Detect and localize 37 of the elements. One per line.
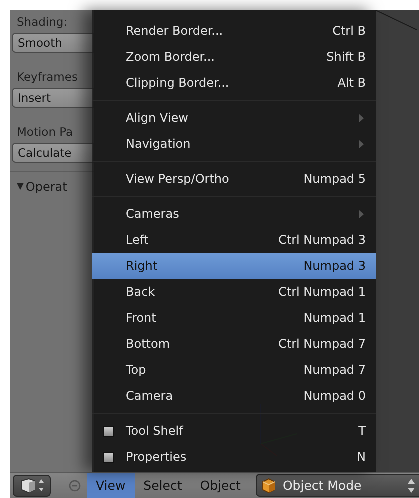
editor-type-button[interactable] xyxy=(13,474,51,496)
menu-item[interactable]: Front Numpad 1 xyxy=(92,305,376,331)
submenu-arrow-icon xyxy=(359,114,364,122)
section-label: Motion Pa xyxy=(16,124,74,141)
cube-icon xyxy=(260,478,277,494)
menu-item[interactable]: Navigation xyxy=(92,131,376,157)
submenu-arrow-icon xyxy=(359,210,364,218)
mode-dropdown[interactable]: Object Mode xyxy=(256,474,419,497)
menu-item[interactable]: Camera Numpad 0 xyxy=(92,383,376,409)
checkbox[interactable] xyxy=(103,426,114,436)
menu-item[interactable]: Render Border... Ctrl B xyxy=(92,18,376,44)
shelf-button[interactable]: Smooth xyxy=(12,33,94,53)
checkbox[interactable] xyxy=(103,452,114,462)
menu-item[interactable]: Zoom Border... Shift B xyxy=(92,44,376,70)
menu-item[interactable]: Tool Shelf T xyxy=(92,418,376,444)
panel-title[interactable]: Operat xyxy=(26,180,68,194)
menu-item[interactable]: Left Ctrl Numpad 3 xyxy=(92,227,376,253)
menu-item[interactable]: Top Numpad 7 xyxy=(92,357,376,383)
menu-item[interactable]: Bottom Ctrl Numpad 7 xyxy=(92,331,376,357)
header-menu[interactable]: Object xyxy=(191,472,250,498)
shelf-button[interactable]: Calculate xyxy=(12,143,94,163)
menu-item[interactable]: Cameras xyxy=(92,201,376,227)
menu-item[interactable]: Back Ctrl Numpad 1 xyxy=(92,279,376,305)
menu-item[interactable]: Properties N xyxy=(92,444,376,470)
header-menu[interactable]: View xyxy=(87,472,135,498)
menu-item[interactable]: Align View xyxy=(92,105,376,131)
menu-item[interactable]: Right Numpad 3 xyxy=(92,253,376,279)
menu-item[interactable]: View Persp/Ortho Numpad 5 xyxy=(92,166,376,192)
cube-icon xyxy=(20,478,44,494)
section-label: Keyframes xyxy=(16,69,79,86)
shelf-button[interactable]: Insert xyxy=(12,88,94,108)
collapse-icon xyxy=(69,480,81,492)
up-down-arrows-icon xyxy=(408,478,415,492)
header-menu[interactable]: Select xyxy=(134,472,192,498)
section-label: Shading: xyxy=(16,14,69,31)
menu-item[interactable]: Clipping Border... Alt B xyxy=(92,70,376,96)
submenu-arrow-icon xyxy=(359,140,364,148)
